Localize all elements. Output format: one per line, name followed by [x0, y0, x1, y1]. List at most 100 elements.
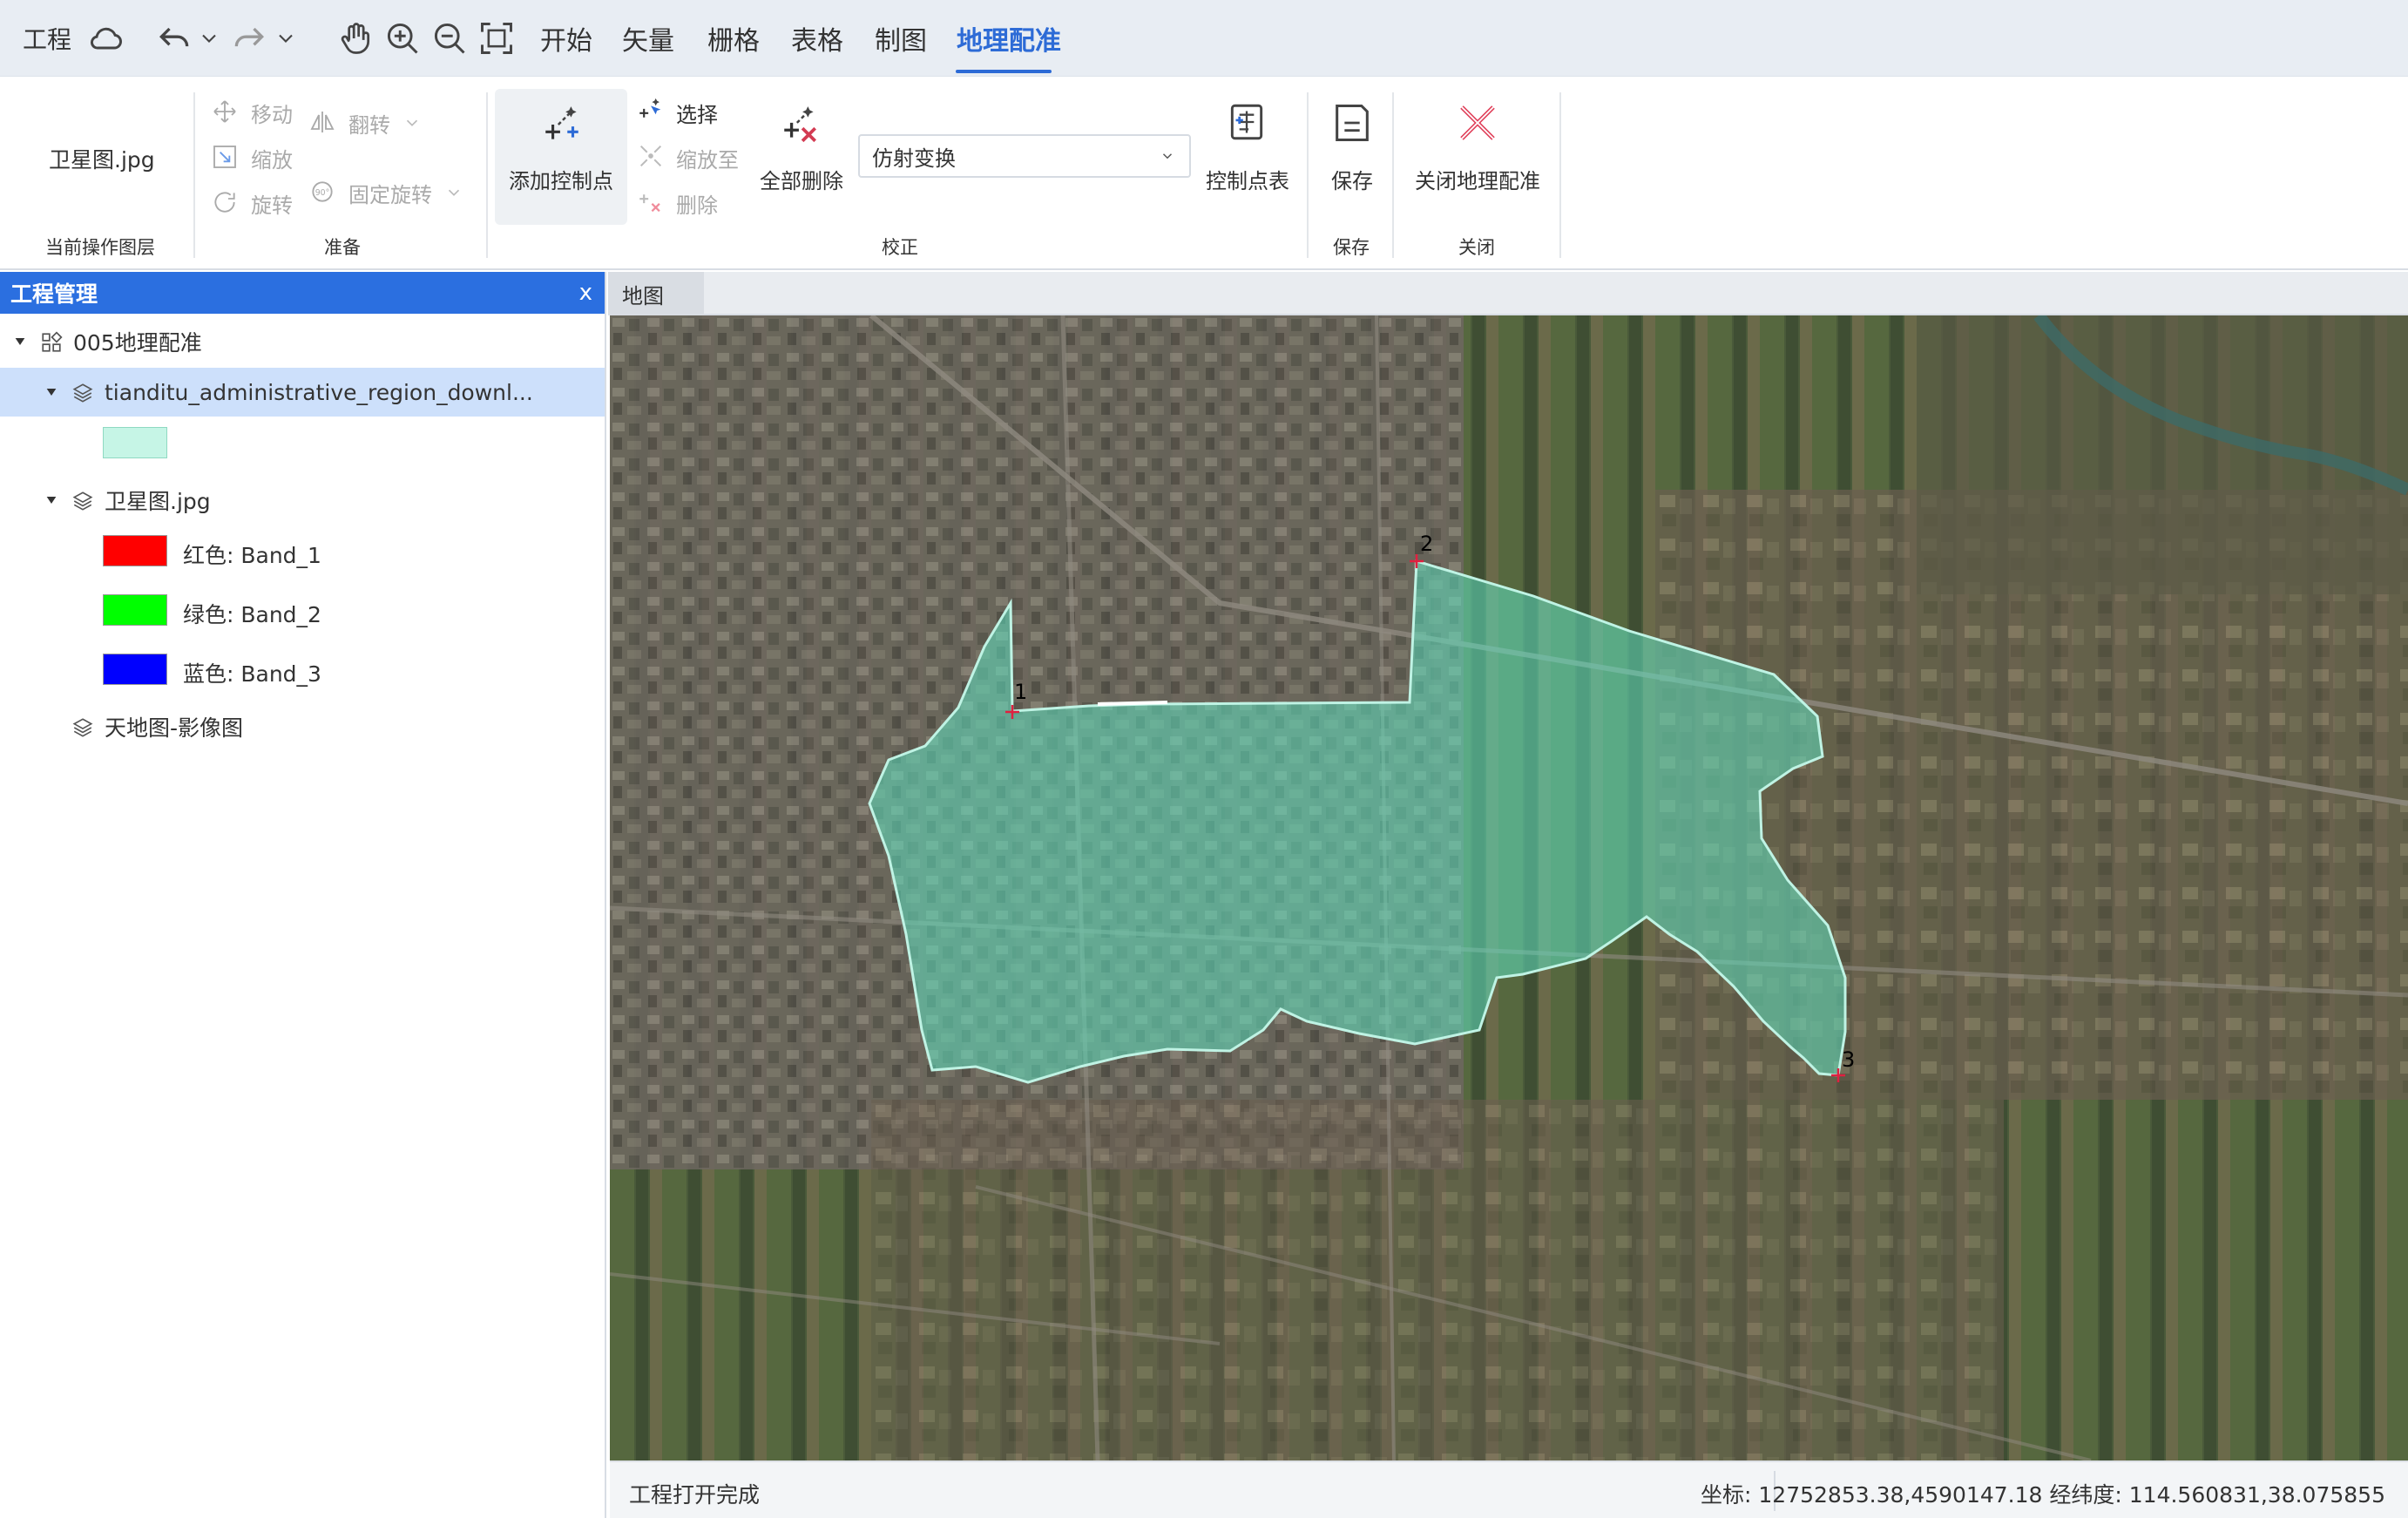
tree-layer-satellite[interactable]: 卫星图.jpg [0, 476, 605, 525]
tree-layer-admin-region[interactable]: tianditu_administrative_region_downl... [0, 368, 605, 417]
panel-title: 工程管理 [10, 281, 98, 307]
group-label-prepare: 准备 [324, 237, 361, 258]
select-button[interactable]: 选择 [676, 98, 718, 128]
control-points-layer: 1 2 3 [1005, 532, 1855, 1082]
ribbon-separator [193, 92, 195, 258]
move-button[interactable]: 移动 [251, 98, 293, 128]
band-item: 红色: Band_1 [183, 530, 601, 579]
cloud-icon[interactable] [87, 19, 125, 58]
save-button[interactable]: 保存 [1331, 164, 1373, 194]
flip-icon [310, 112, 335, 132]
chevron-down-icon [1162, 153, 1173, 159]
undo-dropdown-icon[interactable] [197, 19, 221, 58]
tree-root-label: 005地理配准 [73, 330, 202, 356]
transform-method-select[interactable]: 仿射变换 [858, 134, 1191, 178]
zoom-to-icon [639, 145, 662, 167]
menu-georeference[interactable]: 地理配准 [957, 0, 1061, 77]
band-blue-swatch [103, 654, 167, 685]
group-label-current-layer: 当前操作图层 [45, 237, 155, 258]
panel-header: 工程管理 x [0, 272, 605, 314]
band-red-swatch [103, 535, 167, 566]
menu-start[interactable]: 开始 [540, 0, 592, 77]
control-point-label: 1 [1014, 680, 1027, 704]
fixed-rotate-button[interactable]: 固定旋转 [348, 178, 432, 208]
control-point-2[interactable]: 2 [1410, 532, 1433, 568]
control-table-icon [1230, 104, 1263, 140]
control-point-3[interactable]: 3 [1831, 1047, 1855, 1082]
band-blue-label: 蓝色: Band_3 [183, 661, 321, 687]
close-georeference-button[interactable]: 关闭地理配准 [1415, 164, 1540, 194]
tree-layer-label: tianditu_administrative_region_downl... [105, 379, 533, 405]
scale-icon [213, 146, 236, 168]
ribbon-separator [1307, 92, 1309, 258]
group-label-save: 保存 [1333, 237, 1370, 258]
panel-close-button[interactable]: x [579, 280, 592, 306]
control-point-1[interactable]: 1 [1005, 680, 1027, 719]
ribbon-separator [486, 92, 488, 258]
zoom-to-button[interactable]: 缩放至 [676, 143, 739, 173]
add-control-point-icon [545, 106, 578, 139]
tree-layer-label: 卫星图.jpg [105, 489, 211, 514]
control-point-label: 3 [1842, 1047, 1855, 1072]
close-georeference-icon [1460, 105, 1495, 140]
project-menu[interactable]: 工程 [23, 0, 71, 77]
move-icon [213, 100, 236, 123]
rotate-icon [214, 192, 235, 213]
redo-icon[interactable] [230, 19, 268, 58]
delete-point-button[interactable]: 删除 [676, 188, 718, 219]
fixed-rotate-icon: 90° [312, 181, 333, 202]
scale-button[interactable]: 缩放 [251, 143, 293, 173]
delete-all-button[interactable]: 全部删除 [760, 164, 843, 194]
group-label-correct: 校正 [882, 237, 918, 258]
band-green-swatch [103, 594, 167, 626]
select-icon [639, 98, 661, 118]
expand-arrow-icon[interactable] [44, 385, 59, 399]
redo-dropdown-icon[interactable] [274, 19, 298, 58]
project-icon [42, 331, 63, 352]
layer-style-swatch [103, 427, 167, 458]
menu-table[interactable]: 表格 [791, 0, 843, 77]
transform-method-value: 仿射变换 [872, 146, 956, 171]
control-table-button[interactable]: 控制点表 [1206, 164, 1289, 194]
menu-mapping[interactable]: 制图 [875, 0, 927, 77]
map-tab-strip: 地图 [608, 272, 2408, 315]
undo-icon[interactable] [155, 19, 193, 58]
pan-hand-icon[interactable] [336, 19, 375, 58]
project-manager-panel: 工程管理 x 005地理配准 tianditu_administrative_r… [0, 272, 606, 1518]
control-point-label: 2 [1420, 532, 1433, 556]
menu-raster[interactable]: 栅格 [707, 0, 760, 77]
rotate-button[interactable]: 旋转 [251, 188, 293, 219]
tab-map[interactable]: 地图 [608, 272, 704, 315]
current-layer-value[interactable]: 卫星图.jpg [49, 143, 155, 174]
active-menu-indicator [956, 70, 1052, 73]
tree-layer-tianditu[interactable]: 天地图-影像图 [0, 702, 605, 751]
layers-icon [72, 383, 93, 403]
band-item: 绿色: Band_2 [183, 589, 601, 638]
save-icon [1336, 104, 1369, 142]
expand-arrow-icon[interactable] [44, 493, 59, 507]
menu-vector[interactable]: 矢量 [622, 0, 674, 77]
full-extent-icon[interactable] [477, 19, 516, 58]
zoom-in-icon[interactable] [383, 19, 422, 58]
ribbon-toolbar: 卫星图.jpg 当前操作图层 移动 翻转 缩放 旋转 90° 固定旋转 准备 添… [0, 77, 2408, 270]
group-label-close: 关闭 [1458, 237, 1495, 258]
flip-button[interactable]: 翻转 [348, 108, 390, 139]
ribbon-separator [1559, 92, 1561, 258]
coordinate-readout: 坐标: 12752853.38,4590147.18 经纬度: 114.5608… [1701, 1482, 2385, 1508]
band-item: 蓝色: Band_3 [183, 648, 601, 697]
band-green-label: 绿色: Band_2 [183, 602, 321, 627]
expand-arrow-icon[interactable] [12, 335, 28, 349]
fixed-rotate-dropdown-icon[interactable] [444, 183, 463, 202]
tree-layer-label: 天地图-影像图 [105, 715, 244, 741]
layers-icon [72, 491, 93, 511]
add-control-point-label: 添加控制点 [509, 169, 613, 193]
svg-text:90°: 90° [315, 188, 330, 198]
flip-dropdown-icon[interactable] [402, 113, 422, 132]
layers-icon [72, 718, 93, 737]
top-menu-bar: 工程 开始 矢量 栅格 表格 制图 地理配准 [0, 0, 2408, 77]
ribbon-separator [1392, 92, 1394, 258]
map-canvas[interactable]: 1 2 3 [610, 315, 2408, 1460]
tree-root[interactable]: 005地理配准 [0, 317, 605, 366]
zoom-out-icon[interactable] [430, 19, 469, 58]
delete-point-icon [639, 194, 660, 213]
